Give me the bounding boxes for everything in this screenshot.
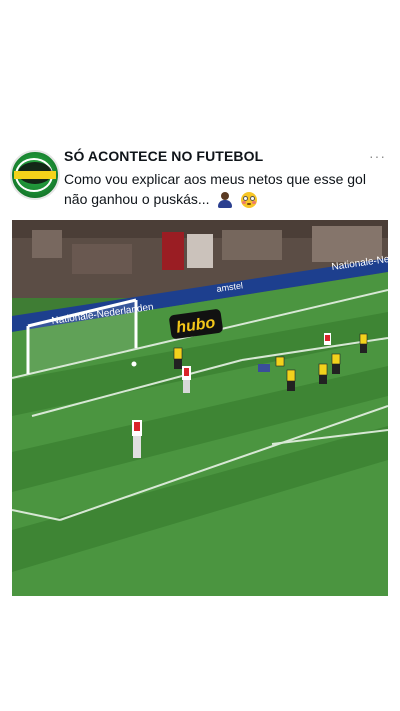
flushed-face-emoji-icon [241,192,258,209]
football-match-frame: Nationale-Ne Nationale-Nederlanden amste… [12,220,388,596]
caption-text: Como vou explicar aos meus netos que ess… [64,171,366,207]
avatar-band [14,171,56,179]
post-header: SÓ ACONTECE NO FUTEBOL ··· Como vou expl… [10,148,390,214]
ball [131,361,137,367]
video-player[interactable]: Nationale-Ne Nationale-Nederlanden amste… [12,220,388,596]
account-name[interactable]: SÓ ACONTECE NO FUTEBOL [64,148,263,164]
person-emoji-icon [217,192,233,209]
post-caption: Como vou explicar aos meus netos que ess… [64,169,380,209]
more-options-icon[interactable]: ··· [369,148,386,164]
account-avatar[interactable] [10,150,60,200]
